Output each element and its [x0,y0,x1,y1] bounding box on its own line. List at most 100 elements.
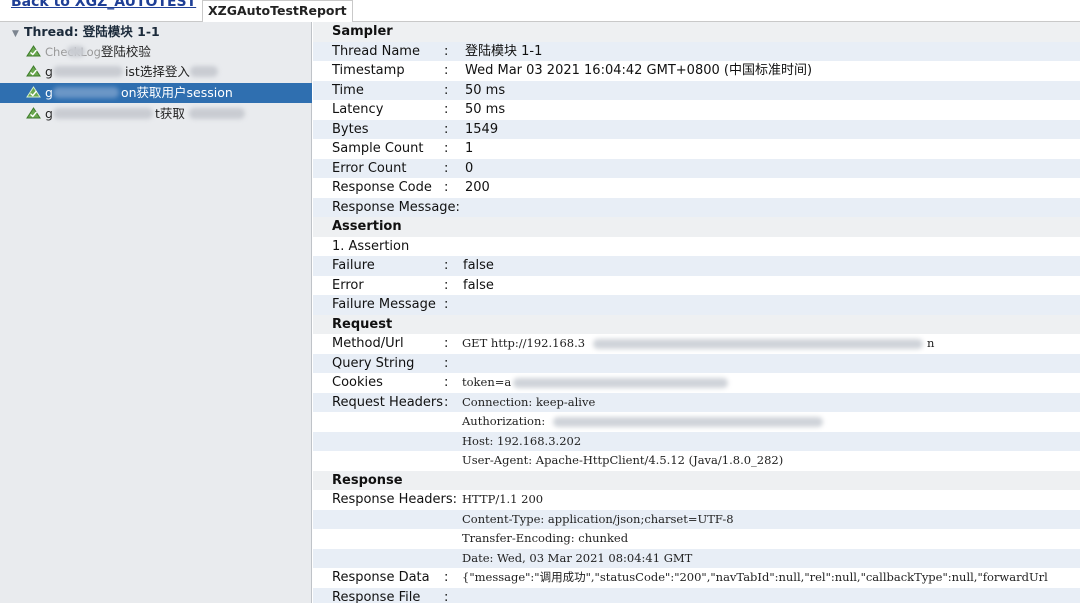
assertion-title-row: 1. Assertion [313,236,1080,256]
tree-item-checklog[interactable]: CheckLog登陆校验 [0,42,312,62]
tree-item-label: t获取 [154,106,185,121]
field-value: false [463,258,494,273]
sampler-row-response-code: Response Code:200 [313,178,1080,198]
field-value: Content-Type: application/json;charset=U… [462,511,734,526]
field-value: Date: Wed, 03 Mar 2021 08:04:41 GMT [462,550,693,565]
field-value: 200 [465,180,490,195]
field-label: Latency [332,102,384,117]
tab-report[interactable]: XZGAutoTestReport [202,0,353,22]
sampler-row-bytes: Bytes:1549 [313,119,1080,139]
assertion-row-failure: Failure: false [313,256,1080,276]
field-label: Response Code [332,180,432,195]
redaction-blur [52,108,153,119]
redaction-blur [189,66,218,77]
field-value: Transfer-Encoding: chunked [462,531,629,545]
field-value: Host: 192.168.3.202 [462,433,582,448]
back-link[interactable]: Back to XGZ_AUTOTEST [11,0,196,10]
response-header-line: Date: Wed, 03 Mar 2021 08:04:41 GMT [313,548,1080,568]
field-label: Timestamp [332,63,405,78]
assertion-title: 1. Assertion [332,238,410,254]
thread-label: Thread: 登陆模块 1-1 [24,24,160,39]
field-value: Connection: keep-alive [462,394,596,409]
sampler-row-timestamp: Timestamp: Wed Mar 03 2021 16:04:42 GMT+0… [313,61,1080,81]
sampler-row-latency: Latency:50 ms [313,100,1080,120]
success-triangle-icon [26,86,41,98]
field-label: Query String [332,355,415,371]
redaction-blur [593,339,923,349]
response-row-data: Response Data: {"message":"调用成功","statusC… [313,568,1080,588]
redaction-blur [52,87,119,98]
section-assertion: Assertion [313,217,1080,237]
tree-item-prefix: g [45,85,53,100]
success-triangle-icon [26,45,41,57]
field-label: Response File [332,589,421,603]
field-value: token=a [462,375,512,389]
field-label: Cookies [332,375,383,390]
sample-tree: ▼Thread: 登陆模块 1-1 CheckLog登陆校验 gist选择登入 … [0,22,312,603]
field-label: Request Headers [332,394,444,410]
field-label: Time [332,82,364,98]
request-row-cookies: Cookies: token=a [313,373,1080,393]
field-label: Error [332,277,364,293]
field-label: Method/Url [332,336,404,351]
assertion-row-error: Error: false [313,275,1080,295]
field-label: Bytes [332,121,369,137]
field-value: 0 [465,160,474,176]
response-row-headers: Response Headers: HTTP/1.1 200 [313,490,1080,510]
field-value: 1549 [465,121,499,137]
tree-item-label: on获取用户session [120,85,233,100]
success-triangle-icon [26,65,41,77]
response-header-line: Transfer-Encoding: chunked [313,529,1080,549]
redaction-blur [513,378,728,388]
request-row-headers: Request Headers: Connection: keep-alive [313,392,1080,412]
field-label: Response Headers: [332,492,458,507]
field-value: Authorization: [462,414,546,428]
field-value: User-Agent: Apache-HttpClient/4.5.12 (Ja… [462,453,784,467]
sampler-row-thread-name: Thread Name: 登陆模块 1-1 [313,41,1080,61]
field-value-tail: n [927,336,935,350]
field-label: Thread Name [332,43,420,59]
sampler-row-response-message: Response Message: [313,197,1080,217]
field-label: Failure [332,258,375,273]
sampler-row-time: Time:50 ms [313,80,1080,100]
field-value: GET http://192.168.3 [462,336,586,350]
tree-item-fetch[interactable]: g t获取 [0,104,312,124]
redaction-blur [66,46,85,57]
tree-thread-node[interactable]: ▼ Thread: 登陆模块 1-1 [0,22,312,42]
assertion-row-failure-message: Failure Message: [313,295,1080,315]
tree-item-select-login[interactable]: g ist选择登入 [0,62,312,82]
success-triangle-icon [26,107,41,119]
top-bar: Back to XGZ_AUTOTEST XZGAutoTestReport [0,0,1080,22]
caret-down-icon[interactable]: ▼ [12,24,24,44]
request-header-line: Authorization: [313,412,1080,432]
response-row-file: Response File: [313,587,1080,603]
section-sampler: Sampler [313,22,1080,42]
request-header-line: Host: 192.168.3.202 [313,431,1080,451]
section-request: Request [313,314,1080,334]
field-value: 1 [465,141,474,156]
field-value: Wed Mar 03 2021 16:04:42 GMT+0800 (中国标准时… [465,63,813,78]
tree-item-label: 登陆校验 [100,44,151,59]
sampler-row-sample-count: Sample Count:1 [313,139,1080,159]
detail-pane: Sampler Thread Name: 登陆模块 1-1 Timestamp: W… [313,22,1080,603]
tree-item-label: ist选择登入 [124,64,190,79]
field-label: Response Message: [332,199,460,215]
tree-item-prefix: g [45,106,53,121]
field-value: HTTP/1.1 200 [462,492,544,506]
field-value: 50 ms [465,82,506,98]
field-value: 登陆模块 1-1 [465,43,543,59]
response-header-line: Content-Type: application/json;charset=U… [313,509,1080,529]
request-row-method-url: Method/Url: GET http://192.168.3 n [313,334,1080,354]
section-response: Response [313,470,1080,490]
request-header-line: User-Agent: Apache-HttpClient/4.5.12 (Ja… [313,451,1080,471]
tree-item-prefix: g [45,64,53,79]
field-value: {"message":"调用成功","statusCode":"200","na… [462,570,1048,584]
field-label: Error Count [332,160,407,176]
field-value: 50 ms [465,102,506,117]
field-label: Response Data [332,570,430,585]
request-row-query-string: Query String: [313,353,1080,373]
field-value: false [463,277,494,293]
redaction-blur [52,66,123,77]
redaction-blur [188,108,245,119]
tree-item-get-session[interactable]: g on获取用户session [0,83,312,103]
